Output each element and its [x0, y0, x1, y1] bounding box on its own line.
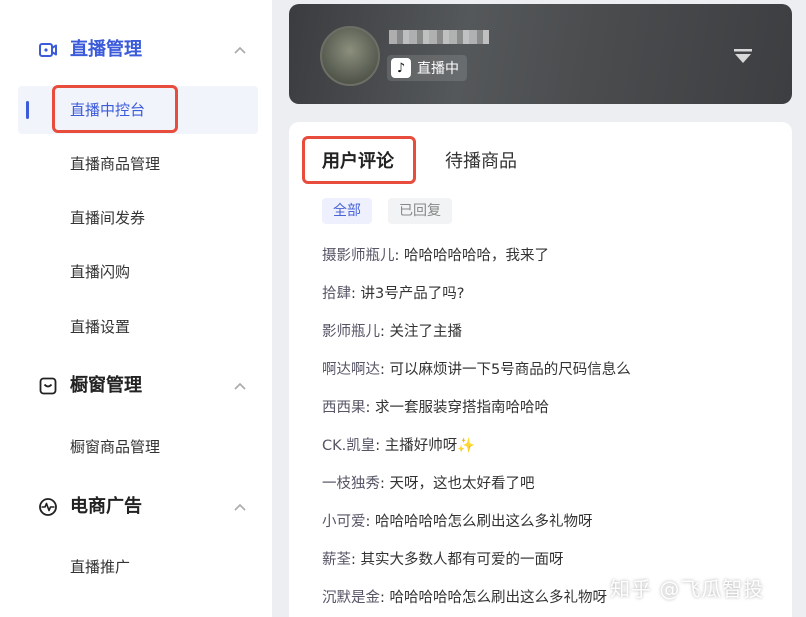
- chevron-up-icon[interactable]: [233, 44, 247, 56]
- streamer-name-blurred: [389, 30, 489, 44]
- showcase-icon: [39, 377, 57, 395]
- comment-item: 沉默是金: 哈哈哈哈哈怎么刷出这么多礼物呀: [322, 590, 608, 606]
- group-live-management[interactable]: 直播管理: [0, 30, 272, 70]
- sidebar-item-live-products[interactable]: 直播商品管理: [70, 152, 160, 176]
- tiktok-icon: ♪: [391, 58, 411, 78]
- comment-item: 影师瓶儿: 关注了主播: [322, 324, 463, 340]
- comment-user[interactable]: 小可爱: [322, 514, 366, 530]
- comment-user[interactable]: 薪荃: [322, 552, 351, 568]
- comment-item: 西西果: 求一套服装穿搭指南哈哈哈: [322, 400, 549, 416]
- dropdown-icon[interactable]: [732, 46, 754, 66]
- live-status-badge: ♪ 直播中: [387, 55, 467, 81]
- group-title-ads: 电商广告: [70, 496, 142, 517]
- chevron-up-icon[interactable]: [233, 501, 247, 513]
- comment-item: 摄影师瓶儿: 哈哈哈哈哈哈，我来了: [322, 248, 549, 264]
- comment-user[interactable]: 摄影师瓶儿: [322, 248, 395, 264]
- active-indicator: [26, 101, 29, 119]
- comment-user[interactable]: 影师瓶儿: [322, 324, 380, 340]
- sidebar-item-flash-sale[interactable]: 直播闪购: [70, 260, 130, 284]
- group-title-showcase: 橱窗管理: [70, 375, 142, 396]
- comment-user[interactable]: 沉默是金: [322, 590, 380, 606]
- tab-pending-products[interactable]: 待播商品: [445, 150, 517, 174]
- sidebar-item-live-coupons[interactable]: 直播间发券: [70, 206, 145, 230]
- highlight-box-live-console: [52, 85, 178, 133]
- group-title-live: 直播管理: [70, 39, 142, 60]
- comment-user[interactable]: 啊达啊达: [322, 362, 380, 378]
- filter-replied[interactable]: 已回复: [388, 198, 452, 224]
- comment-item: 薪荃: 其实大多数人都有可爱的一面呀: [322, 552, 564, 568]
- group-ecommerce-ads[interactable]: 电商广告: [0, 487, 272, 527]
- sidebar: 直播管理 直播中控台 直播商品管理 直播间发券 直播闪购 直播设置 橱窗管理 橱…: [0, 0, 272, 617]
- sparkle-icon: ✨: [457, 438, 476, 454]
- comment-user[interactable]: CK.凯皇: [322, 438, 375, 454]
- filter-all[interactable]: 全部: [322, 198, 372, 224]
- avatar[interactable]: [320, 26, 380, 86]
- sidebar-item-live-promotion[interactable]: 直播推广: [70, 555, 130, 579]
- comment-item: 啊达啊达: 可以麻烦讲一下5号商品的尺码信息么: [322, 362, 631, 378]
- live-camera-icon: [39, 43, 57, 57]
- comment-text: 哈哈哈哈哈怎么刷出这么多礼物呀: [389, 590, 608, 606]
- comment-user[interactable]: 一枝独秀: [322, 476, 380, 492]
- sidebar-item-live-settings[interactable]: 直播设置: [70, 315, 130, 339]
- comment-item: 一枝独秀: 天呀，这也太好看了吧: [322, 476, 535, 492]
- live-status-label: 直播中: [417, 61, 459, 77]
- comment-text: 哈哈哈哈哈怎么刷出这么多礼物呀: [375, 514, 593, 530]
- comment-user[interactable]: 西西果: [322, 400, 366, 416]
- chevron-up-icon[interactable]: [233, 380, 247, 392]
- comment-user[interactable]: 拾肆: [322, 286, 351, 302]
- comment-item: 小可爱: 哈哈哈哈哈怎么刷出这么多礼物呀: [322, 514, 593, 530]
- comment-text: 关注了主播: [389, 324, 463, 340]
- comment-text: 讲3号产品了吗?: [360, 286, 465, 302]
- comment-text: 可以麻烦讲一下5号商品的尺码信息么: [389, 362, 631, 378]
- comment-text: 哈哈哈哈哈哈，我来了: [404, 248, 549, 264]
- sidebar-item-showcase-products[interactable]: 橱窗商品管理: [70, 435, 160, 459]
- comment-item: CK.凯皇: 主播好帅呀✨: [322, 438, 476, 454]
- pulse-icon: [39, 498, 57, 516]
- comment-item: 拾肆: 讲3号产品了吗?: [322, 286, 465, 302]
- live-stream-header: ♪ 直播中: [289, 4, 792, 104]
- comment-text: 天呀，这也太好看了吧: [389, 476, 535, 492]
- group-showcase-management[interactable]: 橱窗管理: [0, 366, 272, 406]
- highlight-box-user-comments: [302, 136, 416, 184]
- comment-text: 其实大多数人都有可爱的一面呀: [360, 552, 564, 568]
- comment-text: 求一套服装穿搭指南哈哈哈: [375, 400, 549, 416]
- watermark: 知乎 @飞瓜智投: [610, 577, 765, 601]
- comment-text: 主播好帅呀: [384, 438, 458, 454]
